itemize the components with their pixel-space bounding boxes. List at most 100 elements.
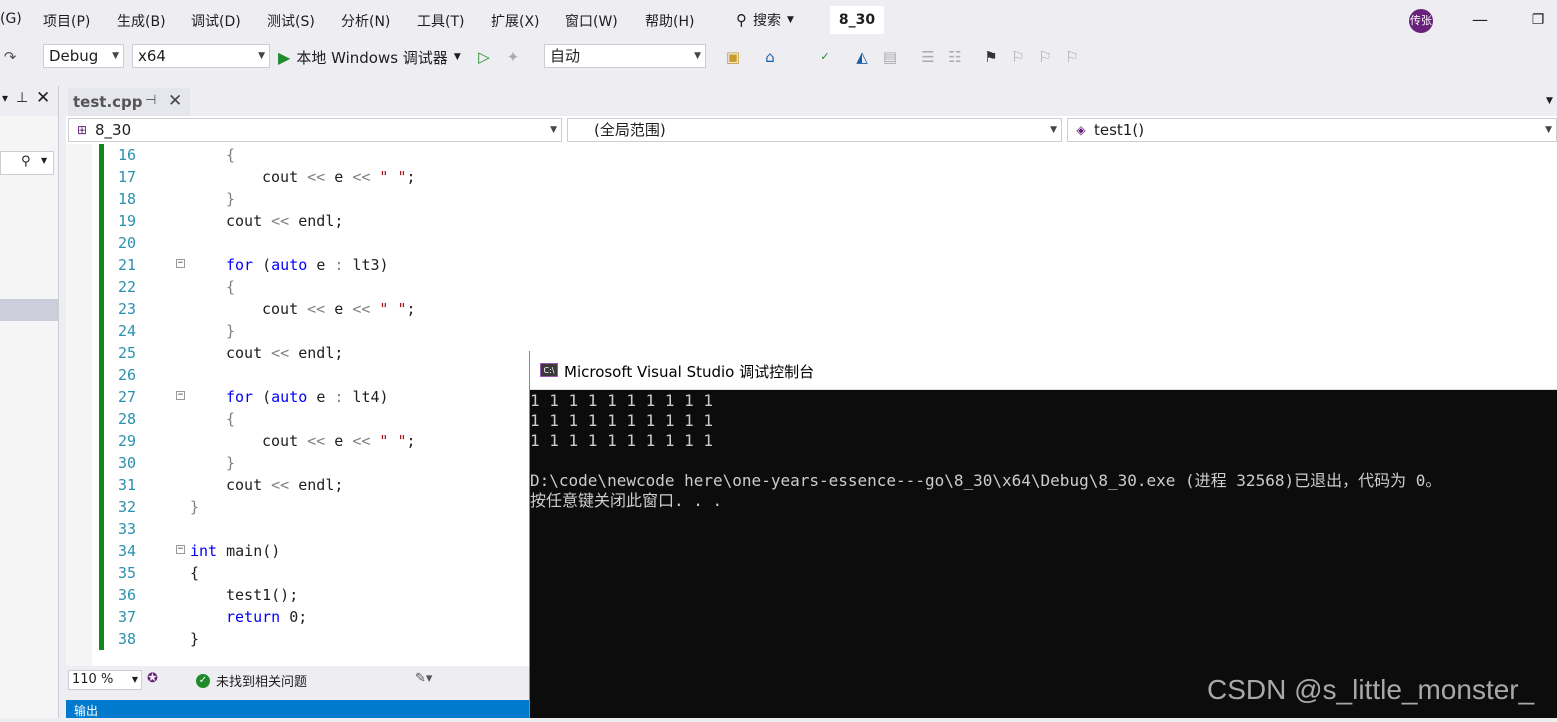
- avatar[interactable]: 传张: [1409, 9, 1433, 33]
- document-tab-strip: [66, 86, 1557, 116]
- code-text: cout << endl;: [226, 212, 344, 230]
- console-icon: C:\: [540, 363, 558, 377]
- chevron-down-icon[interactable]: ▼: [1546, 96, 1553, 106]
- console-exit-message: D:\code\newcode here\one-years-essence--…: [530, 471, 1442, 490]
- menu-item-tools[interactable]: 工具(T): [417, 11, 464, 31]
- prev-bookmark-icon[interactable]: ⚐: [1008, 46, 1028, 68]
- next-bookmark-icon[interactable]: ⚐: [1035, 46, 1055, 68]
- search-icon: ⚲: [21, 154, 31, 169]
- redo-icon[interactable]: ↷: [0, 46, 20, 68]
- project-icon: ⊞: [76, 123, 88, 137]
- change-bar: [99, 584, 104, 606]
- chevron-down-icon: ▼: [1545, 125, 1552, 135]
- code-text: }: [226, 190, 236, 208]
- code-line[interactable]: 18}: [66, 188, 1557, 210]
- code-line[interactable]: 16{: [66, 144, 1557, 166]
- run-debugger-button[interactable]: ▶ 本地 Windows 调试器 ▼: [278, 45, 461, 69]
- chevron-down-icon: ▼: [41, 156, 48, 165]
- uncomment-icon[interactable]: ☷: [945, 46, 965, 68]
- pin-icon[interactable]: ⊣: [145, 93, 156, 108]
- change-bar: [99, 188, 104, 210]
- pin-icon[interactable]: ⊥: [16, 90, 28, 106]
- close-icon[interactable]: ✕: [36, 88, 50, 108]
- code-line[interactable]: 17 cout << e << " ";: [66, 166, 1557, 188]
- menu-item-build[interactable]: 生成(B): [117, 11, 166, 31]
- search-label: 搜索: [753, 13, 781, 29]
- console-line: 1 1 1 1 1 1 1 1 1 1: [530, 411, 714, 430]
- console-line: 1 1 1 1 1 1 1 1 1 1: [530, 391, 714, 410]
- issues-text: 未找到相关问题: [216, 675, 308, 690]
- project-select[interactable]: ⊞ 8_30 ▼: [68, 118, 562, 142]
- search-button[interactable]: ⚲ 搜索 ▼: [736, 9, 794, 31]
- code-text: for (auto e : lt4): [226, 388, 389, 406]
- menu-item-project[interactable]: 项目(P): [43, 11, 90, 31]
- code-line[interactable]: 20: [66, 232, 1557, 254]
- fold-toggle-icon[interactable]: −: [176, 259, 185, 268]
- close-icon[interactable]: ✕: [168, 91, 182, 111]
- scope-value: (全局范围): [594, 121, 666, 139]
- comment-icon[interactable]: ☰: [918, 46, 938, 68]
- menu-item-git[interactable]: (G): [0, 11, 22, 27]
- auto-select[interactable]: 自动 ▼: [544, 44, 706, 68]
- code-text: }: [226, 322, 236, 340]
- menu-item-window[interactable]: 窗口(W): [565, 11, 618, 31]
- scope-select[interactable]: (全局范围) ▼: [567, 118, 1062, 142]
- zoom-select[interactable]: 110 % ▼: [68, 670, 142, 690]
- output-panel-header[interactable]: 输出: [66, 700, 530, 718]
- fold-toggle-icon[interactable]: −: [176, 545, 185, 554]
- hot-reload-icon[interactable]: ✦: [503, 46, 523, 68]
- change-bar: [99, 452, 104, 474]
- chevron-down-icon: ▼: [1050, 125, 1057, 135]
- watermark: CSDN @s_little_monster_: [1207, 674, 1535, 705]
- issues-indicator[interactable]: ✓ 未找到相关问题: [196, 671, 307, 690]
- menu-item-help[interactable]: 帮助(H): [645, 11, 694, 31]
- change-bar: [99, 496, 104, 518]
- format-icon[interactable]: ◭: [852, 46, 872, 68]
- code-line[interactable]: 19 cout << endl;: [66, 210, 1557, 232]
- cleanup-icon[interactable]: ✎▾: [415, 671, 432, 686]
- zoom-value: 110 %: [72, 672, 114, 687]
- code-line[interactable]: 23 cout << e << " ";: [66, 298, 1557, 320]
- menu-item-test[interactable]: 测试(S): [267, 11, 315, 31]
- panel-header: ▾ ⊥ ✕: [0, 86, 58, 116]
- change-bar: [99, 276, 104, 298]
- clear-bookmarks-icon[interactable]: ⚐: [1062, 46, 1082, 68]
- chevron-down-icon: ▼: [258, 51, 265, 61]
- change-bar: [99, 342, 104, 364]
- search-input[interactable]: ⚲ ▼: [0, 151, 54, 175]
- code-line[interactable]: 24}: [66, 320, 1557, 342]
- code-text: cout << e << " ";: [262, 300, 416, 318]
- configuration-value: Debug: [49, 47, 99, 65]
- restore-icon[interactable]: ❐: [1528, 10, 1548, 30]
- solution-explorer-panel: [0, 86, 59, 718]
- chevron-down-icon: ▼: [550, 125, 557, 135]
- home-icon[interactable]: ⌂: [760, 46, 780, 68]
- member-select[interactable]: ◈ test1() ▼: [1067, 118, 1557, 142]
- menu-item-extensions[interactable]: 扩展(X): [491, 11, 540, 31]
- platform-select[interactable]: x64 ▼: [132, 44, 270, 68]
- platform-value: x64: [138, 47, 166, 65]
- menu-item-analyze[interactable]: 分析(N): [341, 11, 390, 31]
- code-text: cout << endl;: [226, 476, 344, 494]
- change-bar: [99, 562, 104, 584]
- start-without-debugging-icon[interactable]: ▷: [474, 46, 494, 68]
- change-bar: [99, 386, 104, 408]
- code-line[interactable]: 21− for (auto e : lt3): [66, 254, 1557, 276]
- code-text: for (auto e : lt3): [226, 256, 389, 274]
- minimize-icon[interactable]: —: [1470, 10, 1490, 30]
- change-bar: [99, 364, 104, 386]
- selected-tree-item[interactable]: [0, 299, 58, 321]
- intellicode-icon[interactable]: ✪: [147, 671, 158, 686]
- fold-toggle-icon[interactable]: −: [176, 391, 185, 400]
- code-text: cout << e << " ";: [262, 168, 416, 186]
- spell-check-icon[interactable]: ✓: [815, 46, 835, 68]
- align-icon[interactable]: ▤: [880, 46, 900, 68]
- change-bar: [99, 540, 104, 562]
- chevron-down-icon[interactable]: ▾: [2, 91, 8, 105]
- change-bar: [99, 166, 104, 188]
- bookmark-icon[interactable]: ⚑: [981, 46, 1001, 68]
- code-line[interactable]: 22{: [66, 276, 1557, 298]
- menu-item-debug[interactable]: 调试(D): [191, 11, 241, 31]
- configuration-select[interactable]: Debug ▼: [43, 44, 124, 68]
- open-folder-icon[interactable]: ▣: [723, 46, 743, 68]
